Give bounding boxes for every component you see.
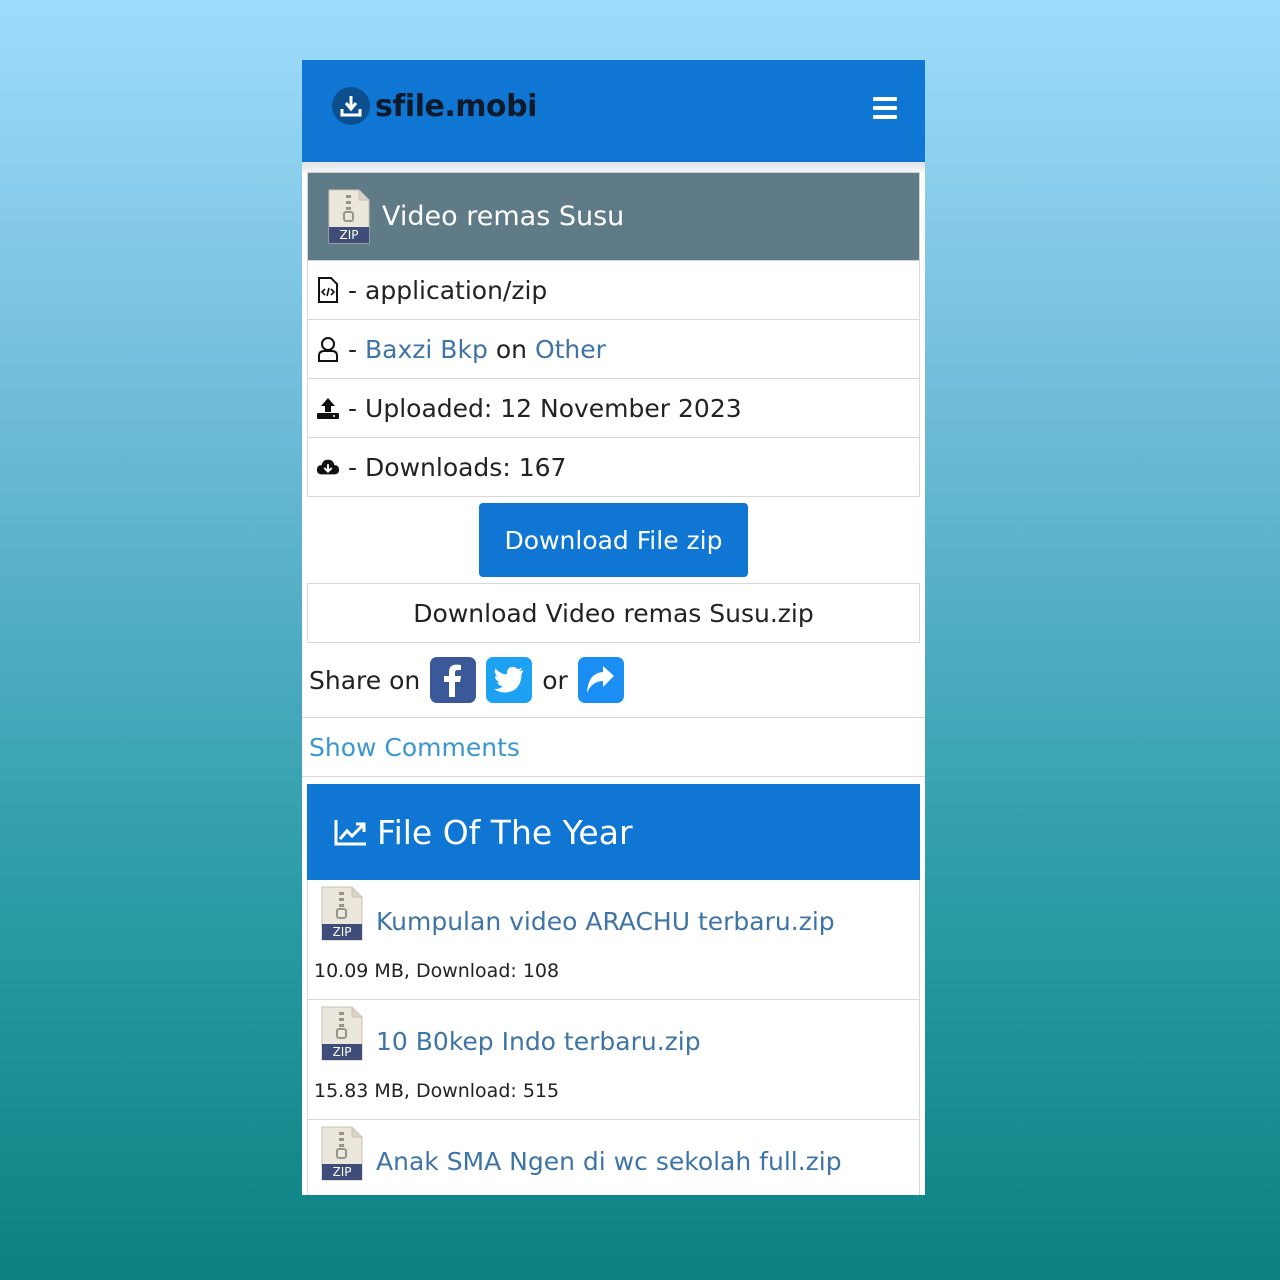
navbar-shadow xyxy=(302,162,925,172)
file-link[interactable]: 10 B0kep Indo terbaru.zip xyxy=(376,1027,701,1056)
file-link[interactable]: Anak SMA Ngen di wc sekolah full.zip xyxy=(376,1147,842,1176)
zip-file-icon: ZIP xyxy=(320,1126,364,1182)
downloads-count-row: - Downloads: 167 xyxy=(307,438,920,497)
upload-icon xyxy=(316,395,340,421)
list-item: ZIP 10 B0kep Indo terbaru.zip 15.83 MB, … xyxy=(307,1000,920,1120)
page: sfile.mobi ZIP Video remas Susu - applic… xyxy=(302,60,925,1195)
show-comments-link[interactable]: Show Comments xyxy=(302,718,925,777)
hamburger-menu-icon[interactable] xyxy=(873,97,897,119)
share-label: Share on xyxy=(309,665,421,695)
or-word: or xyxy=(542,665,568,695)
twitter-icon[interactable] xyxy=(486,657,533,703)
section-title: File Of The Year xyxy=(377,812,633,852)
separator-dash: - xyxy=(348,452,358,482)
zip-icon-label: ZIP xyxy=(332,1045,352,1059)
downloads-count: Downloads: 167 xyxy=(365,452,567,482)
separator-dash: - xyxy=(348,393,358,423)
file-code-icon xyxy=(316,277,340,303)
file-info-card: ZIP Video remas Susu - application/zip -… xyxy=(307,172,920,643)
chart-line-icon xyxy=(334,818,368,846)
category-link[interactable]: Other xyxy=(535,335,606,364)
user-icon xyxy=(316,336,340,362)
uploader-row: - Baxzi Bkp on Other xyxy=(307,320,920,379)
list-item: ZIP Kumpulan video ARACHU terbaru.zip 10… xyxy=(307,880,920,1000)
download-file-button[interactable]: Download File zip xyxy=(479,503,748,577)
list-item: ZIP Anak SMA Ngen di wc sekolah full.zip xyxy=(307,1120,920,1195)
file-title: Video remas Susu xyxy=(382,201,625,232)
zip-file-icon: ZIP xyxy=(327,189,371,245)
zip-icon-label: ZIP xyxy=(332,1165,352,1179)
share-row: Share on or xyxy=(302,643,925,718)
separator-dash: - xyxy=(348,334,358,364)
top-navbar: sfile.mobi xyxy=(302,60,925,162)
download-tray-icon xyxy=(332,87,370,125)
zip-icon-label: ZIP xyxy=(332,925,352,939)
separator-dash: - xyxy=(348,275,358,305)
on-word: on xyxy=(495,334,527,364)
upload-date-row: - Uploaded: 12 November 2023 xyxy=(307,379,920,438)
file-of-the-year-header: File Of The Year xyxy=(307,784,920,880)
share-arrow-icon[interactable] xyxy=(577,657,624,703)
download-button-wrap: Download File zip xyxy=(307,497,920,583)
file-type-row: - application/zip xyxy=(307,261,920,320)
upload-date: Uploaded: 12 November 2023 xyxy=(365,393,742,423)
file-link[interactable]: Kumpulan video ARACHU terbaru.zip xyxy=(376,907,835,936)
zip-icon-label: ZIP xyxy=(339,227,359,242)
zip-file-icon: ZIP xyxy=(320,886,364,942)
file-meta: 15.83 MB, Download: 515 xyxy=(314,1080,560,1102)
facebook-icon[interactable] xyxy=(430,657,477,703)
download-filename-link[interactable]: Download Video remas Susu.zip xyxy=(307,583,920,643)
file-header: ZIP Video remas Susu xyxy=(307,172,920,261)
logo-text: sfile.mobi xyxy=(375,88,537,124)
cloud-download-icon xyxy=(316,454,340,480)
file-mime-type: application/zip xyxy=(365,275,548,305)
file-meta: 10.09 MB, Download: 108 xyxy=(314,960,560,982)
uploader-link[interactable]: Baxzi Bkp xyxy=(365,335,488,364)
zip-file-icon: ZIP xyxy=(320,1006,364,1062)
site-logo[interactable]: sfile.mobi xyxy=(332,87,537,125)
